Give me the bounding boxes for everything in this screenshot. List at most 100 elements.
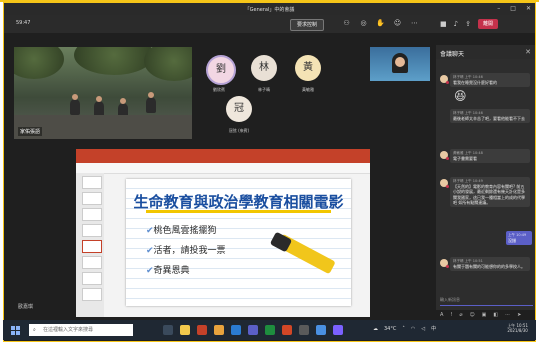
slide-bullet: ✔桃色風雲搖擺狗 bbox=[146, 223, 217, 236]
screen-share[interactable]: 生命教育與政治學教育相關電影 ✔桃色風雲搖擺狗 ✔活者，請投我一票 ✔奇異恩典 bbox=[76, 149, 370, 317]
close-button[interactable]: ✕ bbox=[526, 5, 531, 12]
teams-icon[interactable] bbox=[248, 325, 258, 335]
file-explorer-icon[interactable] bbox=[180, 325, 190, 335]
slide-bullet: ✔奇異恩典 bbox=[146, 263, 190, 276]
message-body: 看我在睡覺沒什麼好看的 bbox=[453, 79, 497, 85]
self-video[interactable] bbox=[370, 47, 430, 81]
slide-thumbnails bbox=[76, 173, 104, 317]
edge-icon[interactable] bbox=[316, 325, 326, 335]
send-icon[interactable]: ➤ bbox=[517, 312, 521, 318]
message-time: 上午 10:46 bbox=[464, 111, 483, 115]
avatar bbox=[440, 151, 449, 160]
avatar[interactable]: 林 bbox=[251, 55, 277, 81]
chat-message: 林子晴 上午 10:46 看我在睡覺沒什麼好看的 bbox=[450, 73, 530, 88]
chat-input[interactable]: 輸入新訊息 bbox=[440, 297, 533, 306]
window-controls: – □ ✕ bbox=[497, 5, 531, 12]
message-author: 林子晴 bbox=[453, 75, 464, 79]
important-icon[interactable]: ! bbox=[450, 312, 452, 318]
avatar-label: 冠弦 (來賓) bbox=[228, 128, 250, 133]
weather-temp: 34°C bbox=[384, 325, 397, 332]
gif-icon[interactable]: ▣ bbox=[482, 312, 487, 318]
avatar[interactable]: 黃 bbox=[295, 55, 321, 81]
close-icon[interactable]: ✕ bbox=[525, 48, 531, 56]
avatar-initial: 冠 bbox=[234, 103, 244, 114]
avatar[interactable]: 冠 bbox=[226, 96, 252, 122]
volume-icon[interactable]: ◁ bbox=[421, 326, 425, 332]
app-icon[interactable] bbox=[282, 325, 292, 335]
chat-title: 會議聊天 bbox=[440, 51, 465, 58]
network-icon[interactable]: ◠ bbox=[411, 326, 415, 332]
avatar-initial: 林 bbox=[259, 62, 269, 73]
message-author: 林子晴 bbox=[453, 259, 464, 263]
meeting-chat-panel: 會議聊天 ✕ 林子晴 上午 10:46 看我在睡覺沒什麼好看的 😆 林子晴 上午… bbox=[436, 45, 535, 318]
minimize-button[interactable]: – bbox=[497, 5, 500, 12]
check-icon: ✔ bbox=[146, 226, 154, 236]
chat-icon[interactable]: ◎ bbox=[359, 19, 368, 28]
chat-message: 黃敏雅 上午 10:48 電子書需要看 bbox=[450, 149, 530, 164]
sticker-icon[interactable]: ◧ bbox=[493, 312, 498, 318]
check-icon: ✔ bbox=[146, 266, 154, 276]
bullet-text: 活者，請投我一票 bbox=[153, 246, 226, 256]
ime-icon[interactable]: 中 bbox=[431, 325, 436, 332]
request-control-button[interactable]: 要求控制 bbox=[290, 19, 325, 31]
attach-icon[interactable]: ⌀ bbox=[459, 312, 462, 318]
avatar-initial: 劉 bbox=[216, 64, 226, 75]
bullet-text: 奇異恩典 bbox=[153, 266, 190, 276]
avatar bbox=[440, 75, 449, 84]
windows-start-icon[interactable] bbox=[11, 326, 20, 335]
status-dot bbox=[446, 157, 449, 160]
emoji-icon[interactable]: ☺ bbox=[469, 312, 474, 318]
toolbar-icons: ⚇ ◎ ✋ ☺ ⋯ bbox=[342, 19, 419, 28]
chat-message: 林子晴 上午 10:46 最後老師太辛苦了吧，要看他能看不下去 bbox=[450, 109, 530, 124]
app-icon[interactable] bbox=[299, 325, 309, 335]
message-body: 沒錯 bbox=[508, 237, 516, 243]
raise-hand-icon[interactable]: ✋ bbox=[376, 19, 385, 28]
windows-taskbar: ⌕ 在這裡輸入文字來搜尋 ☁ 34°C ˄ ◠ ◁ 中 上午 10:51 2021… bbox=[3, 320, 536, 340]
tree-shape bbox=[144, 47, 192, 81]
taskbar-clock[interactable]: 上午 10:51 2021/8/30 bbox=[507, 323, 528, 333]
system-tray: ☁ 34°C ˄ ◠ ◁ 中 bbox=[373, 325, 436, 333]
taskbar-apps bbox=[163, 325, 343, 335]
avatar[interactable]: 劉 bbox=[206, 55, 236, 85]
reactions-icon[interactable]: ☺ bbox=[393, 19, 402, 28]
message-body: 電子書需要看 bbox=[453, 155, 477, 161]
people-icon[interactable]: ⚇ bbox=[342, 19, 351, 28]
chat-message: 林子晴 上午 10:49 【天然的】電影的教育內容有關吧? 前五小說的發展，最近… bbox=[450, 177, 530, 208]
task-view-icon[interactable] bbox=[163, 325, 173, 335]
slide-bullet: ✔活者，請投我一票 bbox=[146, 243, 226, 256]
chrome-icon[interactable] bbox=[214, 325, 224, 335]
participant-name: 家佑張語 bbox=[18, 127, 43, 136]
camera-icon[interactable]: ■ bbox=[440, 20, 447, 28]
excel-icon[interactable] bbox=[265, 325, 275, 335]
leave-button[interactable]: 離開 bbox=[477, 19, 498, 29]
slide-thumbnail bbox=[82, 256, 102, 269]
app-icon[interactable] bbox=[333, 325, 343, 335]
slide-thumbnail bbox=[82, 192, 102, 205]
more-options-icon[interactable]: ⋯ bbox=[505, 312, 510, 318]
search-icon: ⌕ bbox=[33, 327, 36, 333]
powerpoint-titlebar bbox=[76, 149, 370, 163]
message-body: 有關于題有關的可能想你的的多學校人。 bbox=[453, 263, 525, 269]
presenter-name: 歐嘉琪 bbox=[18, 304, 34, 310]
participant-video-main[interactable]: 家佑張語 bbox=[14, 47, 192, 139]
taskbar-search-input[interactable]: ⌕ 在這裡輸入文字來搜尋 bbox=[29, 324, 133, 336]
format-icon[interactable]: A bbox=[440, 312, 443, 318]
slide-thumbnail bbox=[82, 272, 102, 285]
powerpoint-icon[interactable] bbox=[197, 325, 207, 335]
share-icon[interactable]: ⇪ bbox=[465, 20, 471, 28]
message-author: 林子晴 bbox=[453, 179, 464, 183]
maximize-button[interactable]: □ bbox=[510, 5, 516, 12]
word-icon[interactable] bbox=[231, 325, 241, 335]
laughing-emoji-icon: 😆 bbox=[454, 89, 467, 103]
message-author: 黃敏雅 bbox=[453, 151, 464, 155]
device-controls: ■ ♪ ⇪ 離開 bbox=[440, 19, 498, 29]
weather-icon[interactable]: ☁ bbox=[373, 326, 378, 332]
status-dot bbox=[446, 81, 449, 84]
chevron-up-icon[interactable]: ˄ bbox=[402, 326, 405, 332]
more-icon[interactable]: ⋯ bbox=[410, 19, 419, 28]
tree-shape bbox=[14, 47, 64, 79]
search-placeholder: 在這裡輸入文字來搜尋 bbox=[43, 327, 94, 333]
message-time: 上午 10:48 bbox=[464, 151, 483, 155]
mic-icon[interactable]: ♪ bbox=[454, 20, 458, 28]
slide-thumbnail bbox=[82, 208, 102, 221]
